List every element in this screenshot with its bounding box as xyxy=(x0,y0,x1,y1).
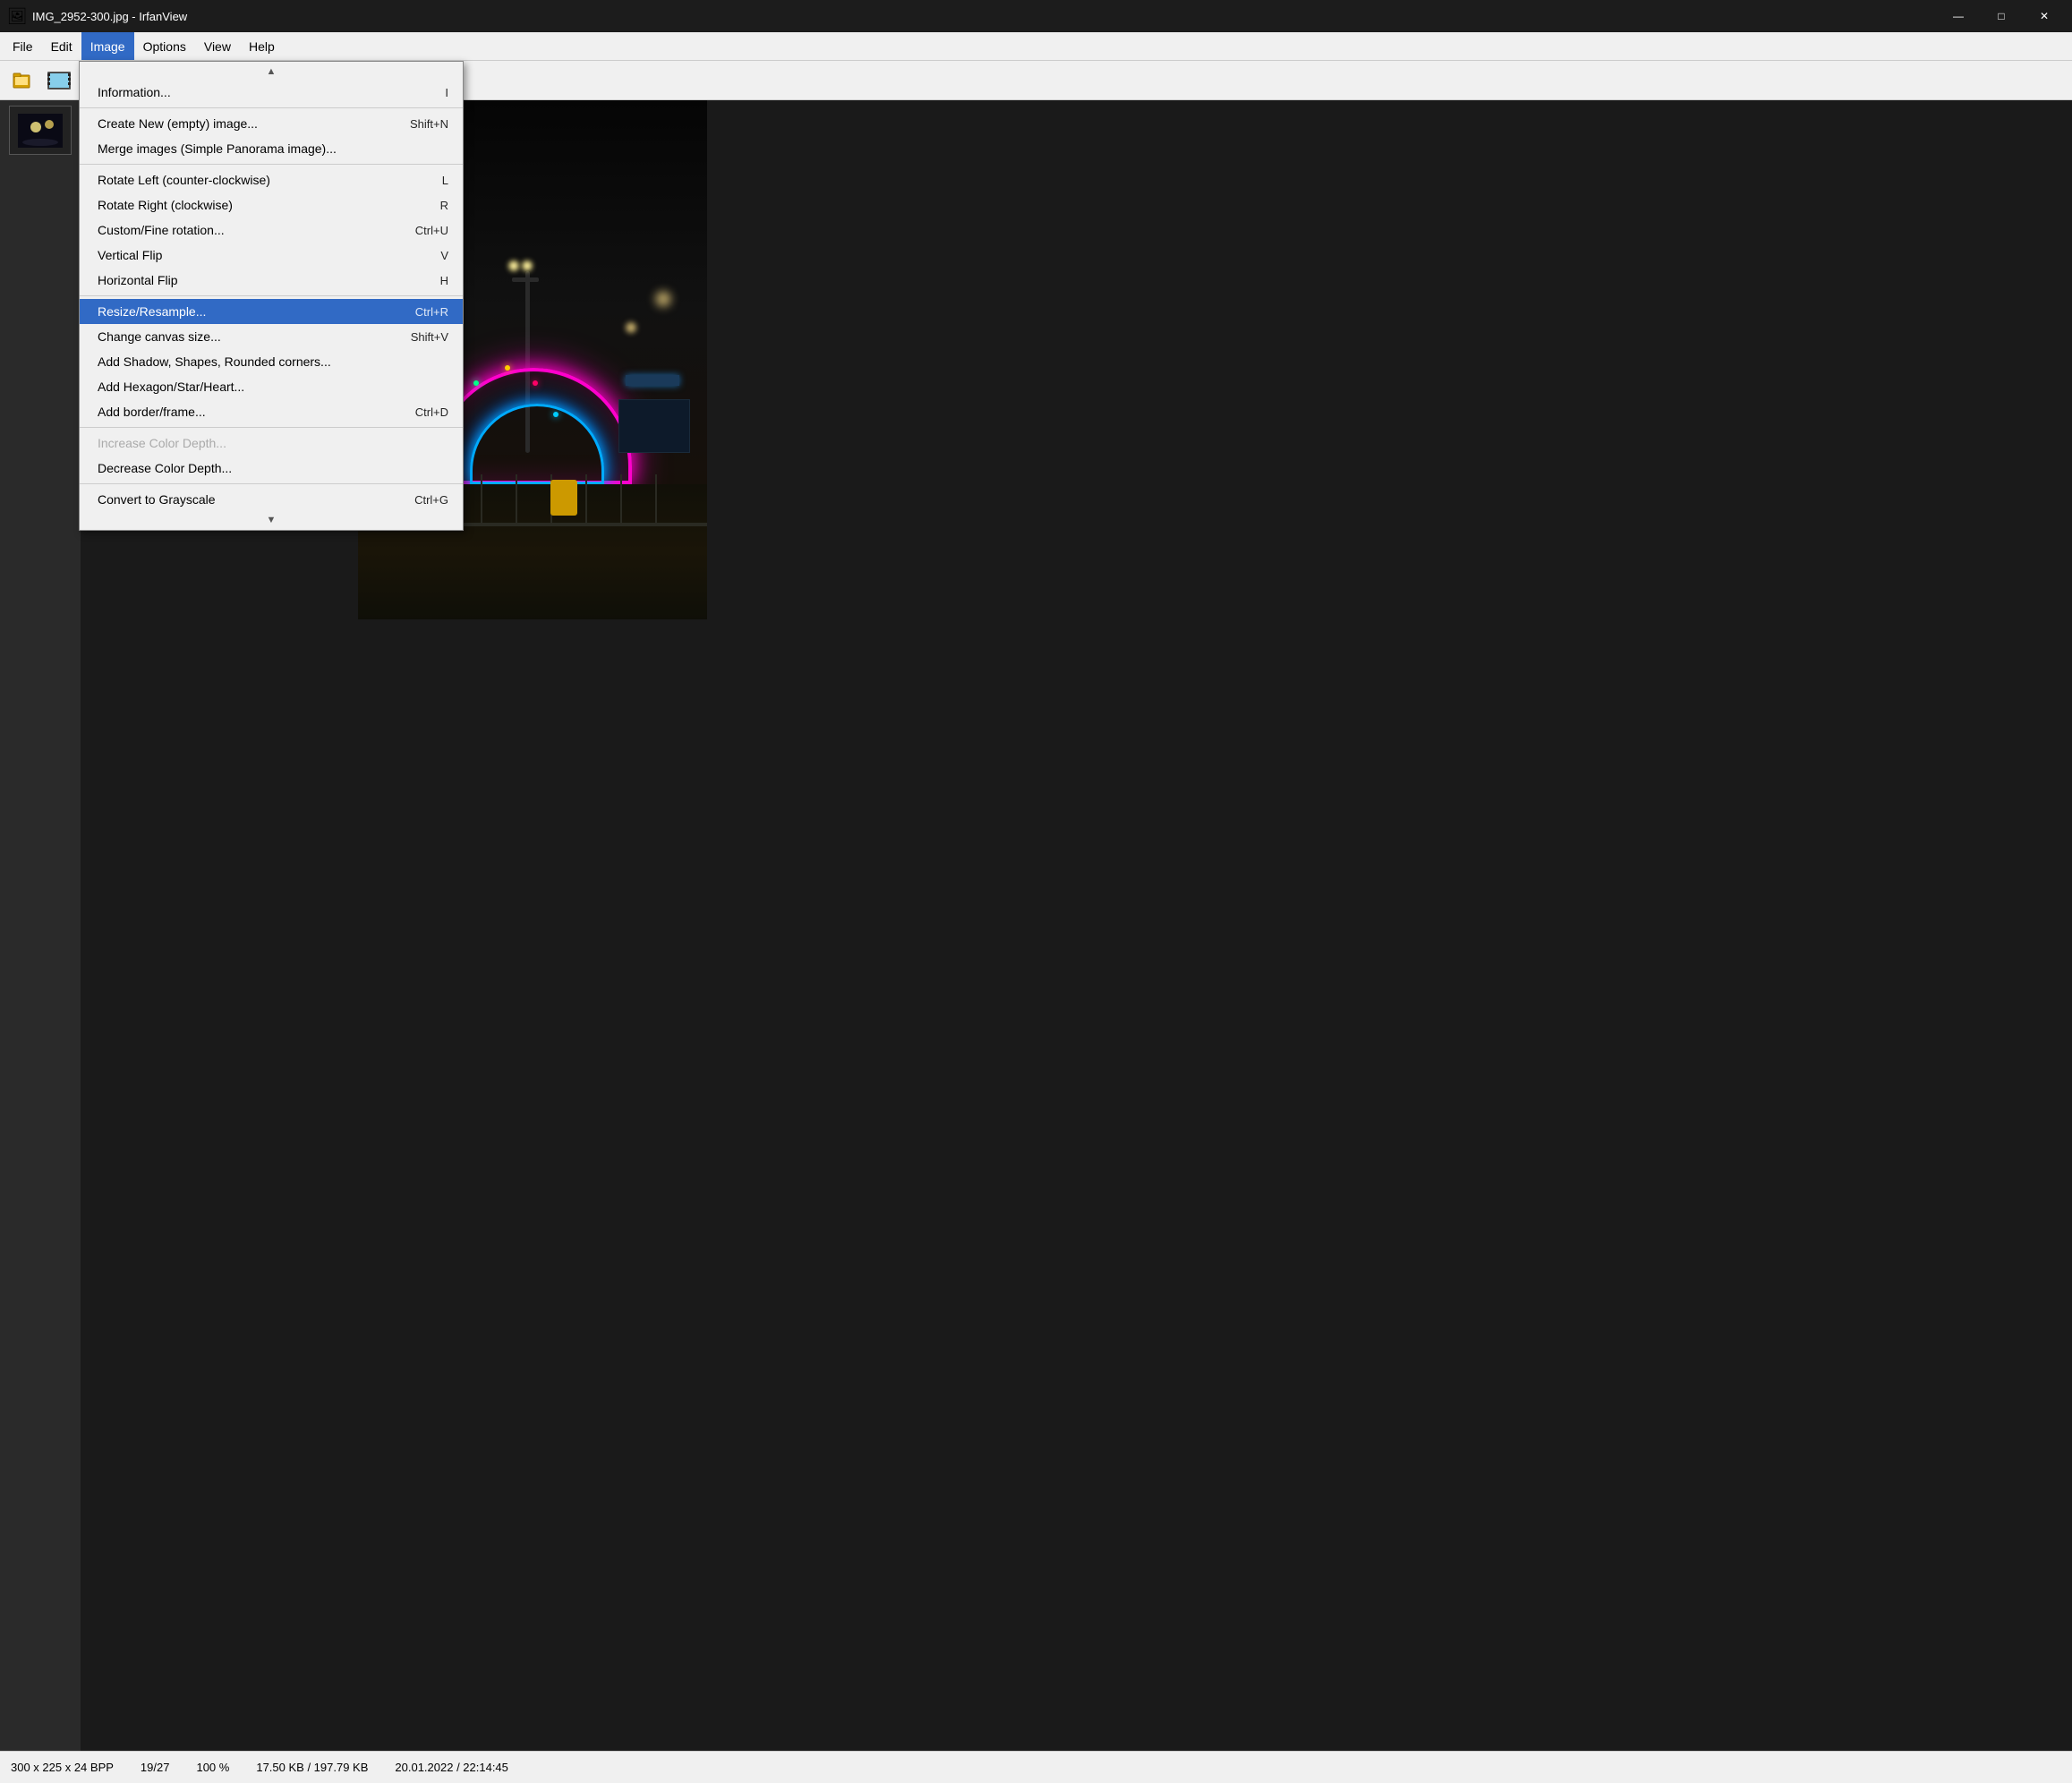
minimize-button[interactable]: — xyxy=(1938,0,1979,32)
menu-view[interactable]: View xyxy=(195,32,240,60)
status-dimensions: 300 x 225 x 24 BPP xyxy=(11,1761,114,1774)
menu-item-custom-rotation[interactable]: Custom/Fine rotation... Ctrl+U xyxy=(80,218,463,243)
filmstrip-button[interactable] xyxy=(43,65,75,96)
menu-item-create-new[interactable]: Create New (empty) image... Shift+N xyxy=(80,111,463,136)
menu-item-merge-images[interactable]: Merge images (Simple Panorama image)... xyxy=(80,136,463,161)
menu-item-add-border[interactable]: Add border/frame... Ctrl+D xyxy=(80,399,463,424)
menu-help[interactable]: Help xyxy=(240,32,284,60)
menu-image[interactable]: Image xyxy=(81,32,134,60)
menu-item-resize-resample[interactable]: Resize/Resample... Ctrl+R xyxy=(80,299,463,324)
close-button[interactable]: ✕ xyxy=(2024,0,2065,32)
app-icon: 🖼 xyxy=(7,6,27,26)
menu-item-vertical-flip[interactable]: Vertical Flip V xyxy=(80,243,463,268)
menu-item-increase-color-depth: Increase Color Depth... xyxy=(80,431,463,456)
menu-scroll-down[interactable]: ▼ xyxy=(80,512,463,528)
menu-item-horizontal-flip[interactable]: Horizontal Flip H xyxy=(80,268,463,293)
menu-item-rotate-right[interactable]: Rotate Right (clockwise) R xyxy=(80,192,463,218)
menu-separator-2 xyxy=(80,164,463,165)
menu-separator-4 xyxy=(80,427,463,428)
menu-item-add-hexagon[interactable]: Add Hexagon/Star/Heart... xyxy=(80,374,463,399)
open-button[interactable] xyxy=(7,65,39,96)
menu-scroll-up[interactable]: ▲ xyxy=(80,64,463,80)
thumbnail-1[interactable] xyxy=(9,106,72,155)
status-filesize: 17.50 KB / 197.79 KB xyxy=(256,1761,368,1774)
menu-options[interactable]: Options xyxy=(134,32,195,60)
menu-separator-3 xyxy=(80,295,463,296)
menu-bar: File Edit Image Options View Help xyxy=(0,32,2072,61)
menu-item-rotate-left[interactable]: Rotate Left (counter-clockwise) L xyxy=(80,167,463,192)
maximize-button[interactable]: □ xyxy=(1981,0,2022,32)
window-controls: — □ ✕ xyxy=(1938,0,2065,32)
title-bar: 🖼 IMG_2952-300.jpg - IrfanView — □ ✕ xyxy=(0,0,2072,32)
menu-item-add-shadow[interactable]: Add Shadow, Shapes, Rounded corners... xyxy=(80,349,463,374)
menu-item-change-canvas[interactable]: Change canvas size... Shift+V xyxy=(80,324,463,349)
status-bar: 300 x 225 x 24 BPP 19/27 100 % 17.50 KB … xyxy=(0,1751,2072,1783)
menu-item-convert-grayscale[interactable]: Convert to Grayscale Ctrl+G xyxy=(80,487,463,512)
menu-separator-5 xyxy=(80,483,463,484)
menu-item-decrease-color-depth[interactable]: Decrease Color Depth... xyxy=(80,456,463,481)
status-zoom: 100 % xyxy=(196,1761,229,1774)
status-position: 19/27 xyxy=(141,1761,170,1774)
menu-file[interactable]: File xyxy=(4,32,42,60)
left-panel xyxy=(0,100,81,1751)
image-dropdown-menu: ▲ Information... I Create New (empty) im… xyxy=(79,61,464,531)
menu-separator xyxy=(80,107,463,108)
menu-item-information[interactable]: Information... I xyxy=(80,80,463,105)
menu-edit[interactable]: Edit xyxy=(42,32,81,60)
title-text: IMG_2952-300.jpg - IrfanView xyxy=(32,10,1938,23)
status-datetime: 20.01.2022 / 22:14:45 xyxy=(395,1761,508,1774)
